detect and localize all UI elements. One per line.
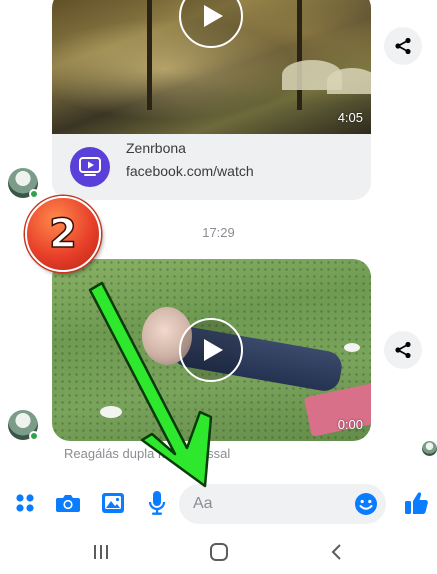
message-composer	[0, 480, 437, 528]
read-receipt-avatar	[422, 441, 437, 456]
watch-logo-icon	[70, 147, 110, 187]
online-status-dot	[29, 431, 39, 441]
camera-icon	[56, 495, 80, 512]
play-button-2[interactable]	[179, 318, 243, 382]
video-message-2[interactable]: 0:00	[52, 259, 371, 441]
smiley-icon[interactable]	[354, 492, 378, 516]
play-icon	[204, 5, 223, 27]
share-icon	[395, 341, 411, 359]
umbrella-shape	[327, 68, 371, 94]
ball-shape	[100, 406, 122, 418]
share-icon	[395, 37, 411, 55]
apps-button[interactable]	[10, 488, 40, 518]
step-number: 2	[48, 210, 77, 258]
street-pole	[297, 0, 302, 110]
back-button[interactable]	[322, 540, 352, 564]
message-input-container[interactable]	[179, 484, 386, 524]
street-pole	[147, 0, 152, 110]
home-button[interactable]	[204, 540, 234, 564]
message-input[interactable]	[193, 484, 343, 524]
microphone-button[interactable]	[142, 488, 172, 518]
video-duration-2: 0:00	[337, 417, 363, 432]
four-dots-icon	[16, 494, 34, 512]
camera-button[interactable]	[53, 488, 83, 518]
thumbs-up-icon	[405, 492, 428, 514]
back-icon	[331, 544, 341, 560]
microphone-icon	[148, 491, 166, 515]
video-message-1[interactable]: 4:05 Zenrbona facebook.com/watch	[52, 0, 371, 200]
step-number-badge: 2	[25, 196, 101, 272]
video-thumbnail-1[interactable]: 4:05	[52, 0, 371, 134]
reaction-hint: Reagálás dupla koppintással	[64, 446, 231, 461]
share-button-1[interactable]	[384, 27, 422, 65]
play-icon	[204, 339, 223, 361]
recents-icon	[94, 545, 108, 559]
image-icon	[102, 493, 124, 513]
recents-button[interactable]	[86, 540, 116, 564]
system-nav-bar	[0, 528, 437, 574]
home-icon	[210, 543, 228, 561]
link-url: facebook.com/watch	[126, 163, 254, 179]
link-title: Zenrbona	[126, 140, 186, 156]
gallery-button[interactable]	[98, 488, 128, 518]
online-status-dot	[29, 189, 39, 199]
ball-shape	[344, 343, 360, 352]
video-duration-1: 4:05	[337, 110, 363, 125]
play-button-1[interactable]	[179, 0, 243, 48]
like-button[interactable]	[401, 488, 433, 518]
share-button-2[interactable]	[384, 331, 422, 369]
